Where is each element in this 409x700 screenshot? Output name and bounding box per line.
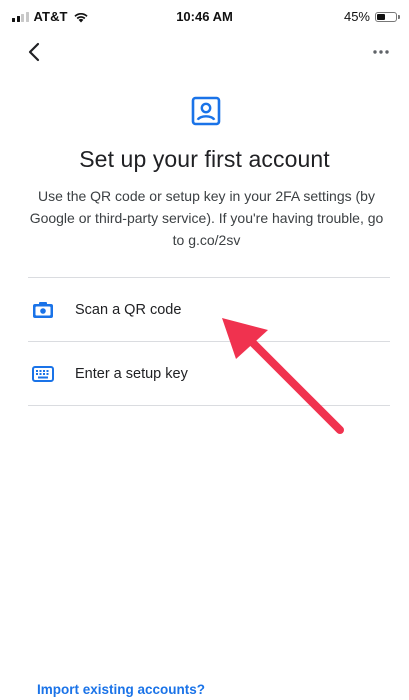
status-bar: AT&T 10:46 AM 45% [0, 0, 409, 32]
more-options-button[interactable] [367, 40, 395, 64]
divider-bottom [28, 405, 390, 406]
page-title: Set up your first account [79, 146, 330, 172]
battery-percent: 45% [343, 9, 370, 24]
chevron-left-icon [28, 42, 40, 62]
battery-fill [377, 13, 385, 20]
battery-icon [375, 11, 400, 22]
page-description: Use the QR code or setup key in your 2FA… [29, 188, 384, 248]
import-existing-accounts-link[interactable]: Import existing accounts? [37, 682, 205, 697]
keyboard-icon [30, 361, 56, 387]
camera-icon [30, 297, 56, 323]
scan-qr-code-option[interactable]: Scan a QR code [28, 278, 390, 341]
enter-setup-key-option[interactable]: Enter a setup key [28, 342, 390, 405]
option-label: Scan a QR code [75, 301, 182, 318]
more-horizontal-icon [373, 50, 389, 54]
status-right: 45% [343, 9, 400, 24]
account-box-icon [191, 96, 221, 126]
option-label: Enter a setup key [75, 365, 188, 382]
back-button[interactable] [20, 38, 48, 66]
